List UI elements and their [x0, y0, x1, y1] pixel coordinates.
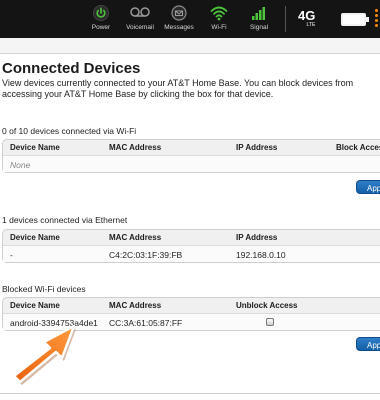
empty-text: None — [10, 160, 31, 170]
messages-icon — [171, 5, 187, 21]
ethernet-devices-table: Device Name MAC Address IP Address - C4:… — [2, 229, 380, 263]
col-block-access: Block Access — [336, 143, 380, 152]
battery-icon — [341, 13, 369, 26]
blocked-section-label: Blocked Wi-Fi devices — [2, 284, 86, 294]
page-intro: View devices currently connected to your… — [2, 78, 354, 99]
mac-address: C4:2C:03:1F:39:FB — [109, 250, 183, 260]
device-name: - — [10, 250, 13, 260]
menu-dots-icon[interactable] — [373, 8, 380, 32]
col-device-name: Device Name — [10, 143, 60, 152]
wifi-apply-button[interactable]: Apply — [356, 180, 380, 194]
status-divider — [285, 6, 286, 32]
wifi-devices-table: Device Name MAC Address IP Address Block… — [2, 139, 380, 173]
table-row: - C4:2C:03:1F:39:FB 192.168.0.10 — [3, 245, 380, 262]
network-type: 4G — [298, 8, 316, 23]
table-row-empty: None — [3, 155, 380, 172]
table-header: Device Name MAC Address IP Address — [3, 230, 380, 245]
col-unblock-access: Unblock Access — [236, 301, 298, 310]
mac-address: CC:3A:61:05:87:FF — [109, 318, 183, 328]
table-header: Device Name MAC Address IP Address Block… — [3, 140, 380, 155]
col-device-name: Device Name — [10, 233, 60, 242]
status-signal[interactable]: Signal — [236, 5, 282, 31]
col-ip-address: IP Address — [236, 233, 278, 242]
status-bar: Power Voicemail Messages Wi-Fi Signal 4G… — [0, 0, 380, 38]
unblock-checkbox[interactable] — [266, 318, 274, 326]
wifi-section-label: 0 of 10 devices connected via Wi-Fi — [2, 126, 137, 136]
footer-divider — [0, 393, 380, 394]
network-type-badge: 4G LTE — [298, 9, 315, 28]
ip-address: 192.168.0.10 — [236, 250, 286, 260]
blocked-apply-button[interactable]: Apply — [356, 337, 380, 351]
status-signal-label: Signal — [249, 24, 269, 31]
ethernet-section-label: 1 devices connected via Ethernet — [2, 215, 128, 225]
col-mac-address: MAC Address — [109, 301, 162, 310]
pointer-arrow-icon — [12, 324, 76, 385]
voicemail-icon — [130, 7, 150, 17]
table-header: Device Name MAC Address Unblock Access — [3, 298, 380, 313]
page-title: Connected Devices — [2, 60, 141, 77]
col-mac-address: MAC Address — [109, 233, 162, 242]
wifi-icon — [210, 6, 228, 21]
col-device-name: Device Name — [10, 301, 60, 310]
signal-icon — [252, 7, 265, 20]
col-mac-address: MAC Address — [109, 143, 162, 152]
col-ip-address: IP Address — [236, 143, 278, 152]
header-strip — [0, 38, 380, 54]
power-icon — [93, 5, 109, 21]
